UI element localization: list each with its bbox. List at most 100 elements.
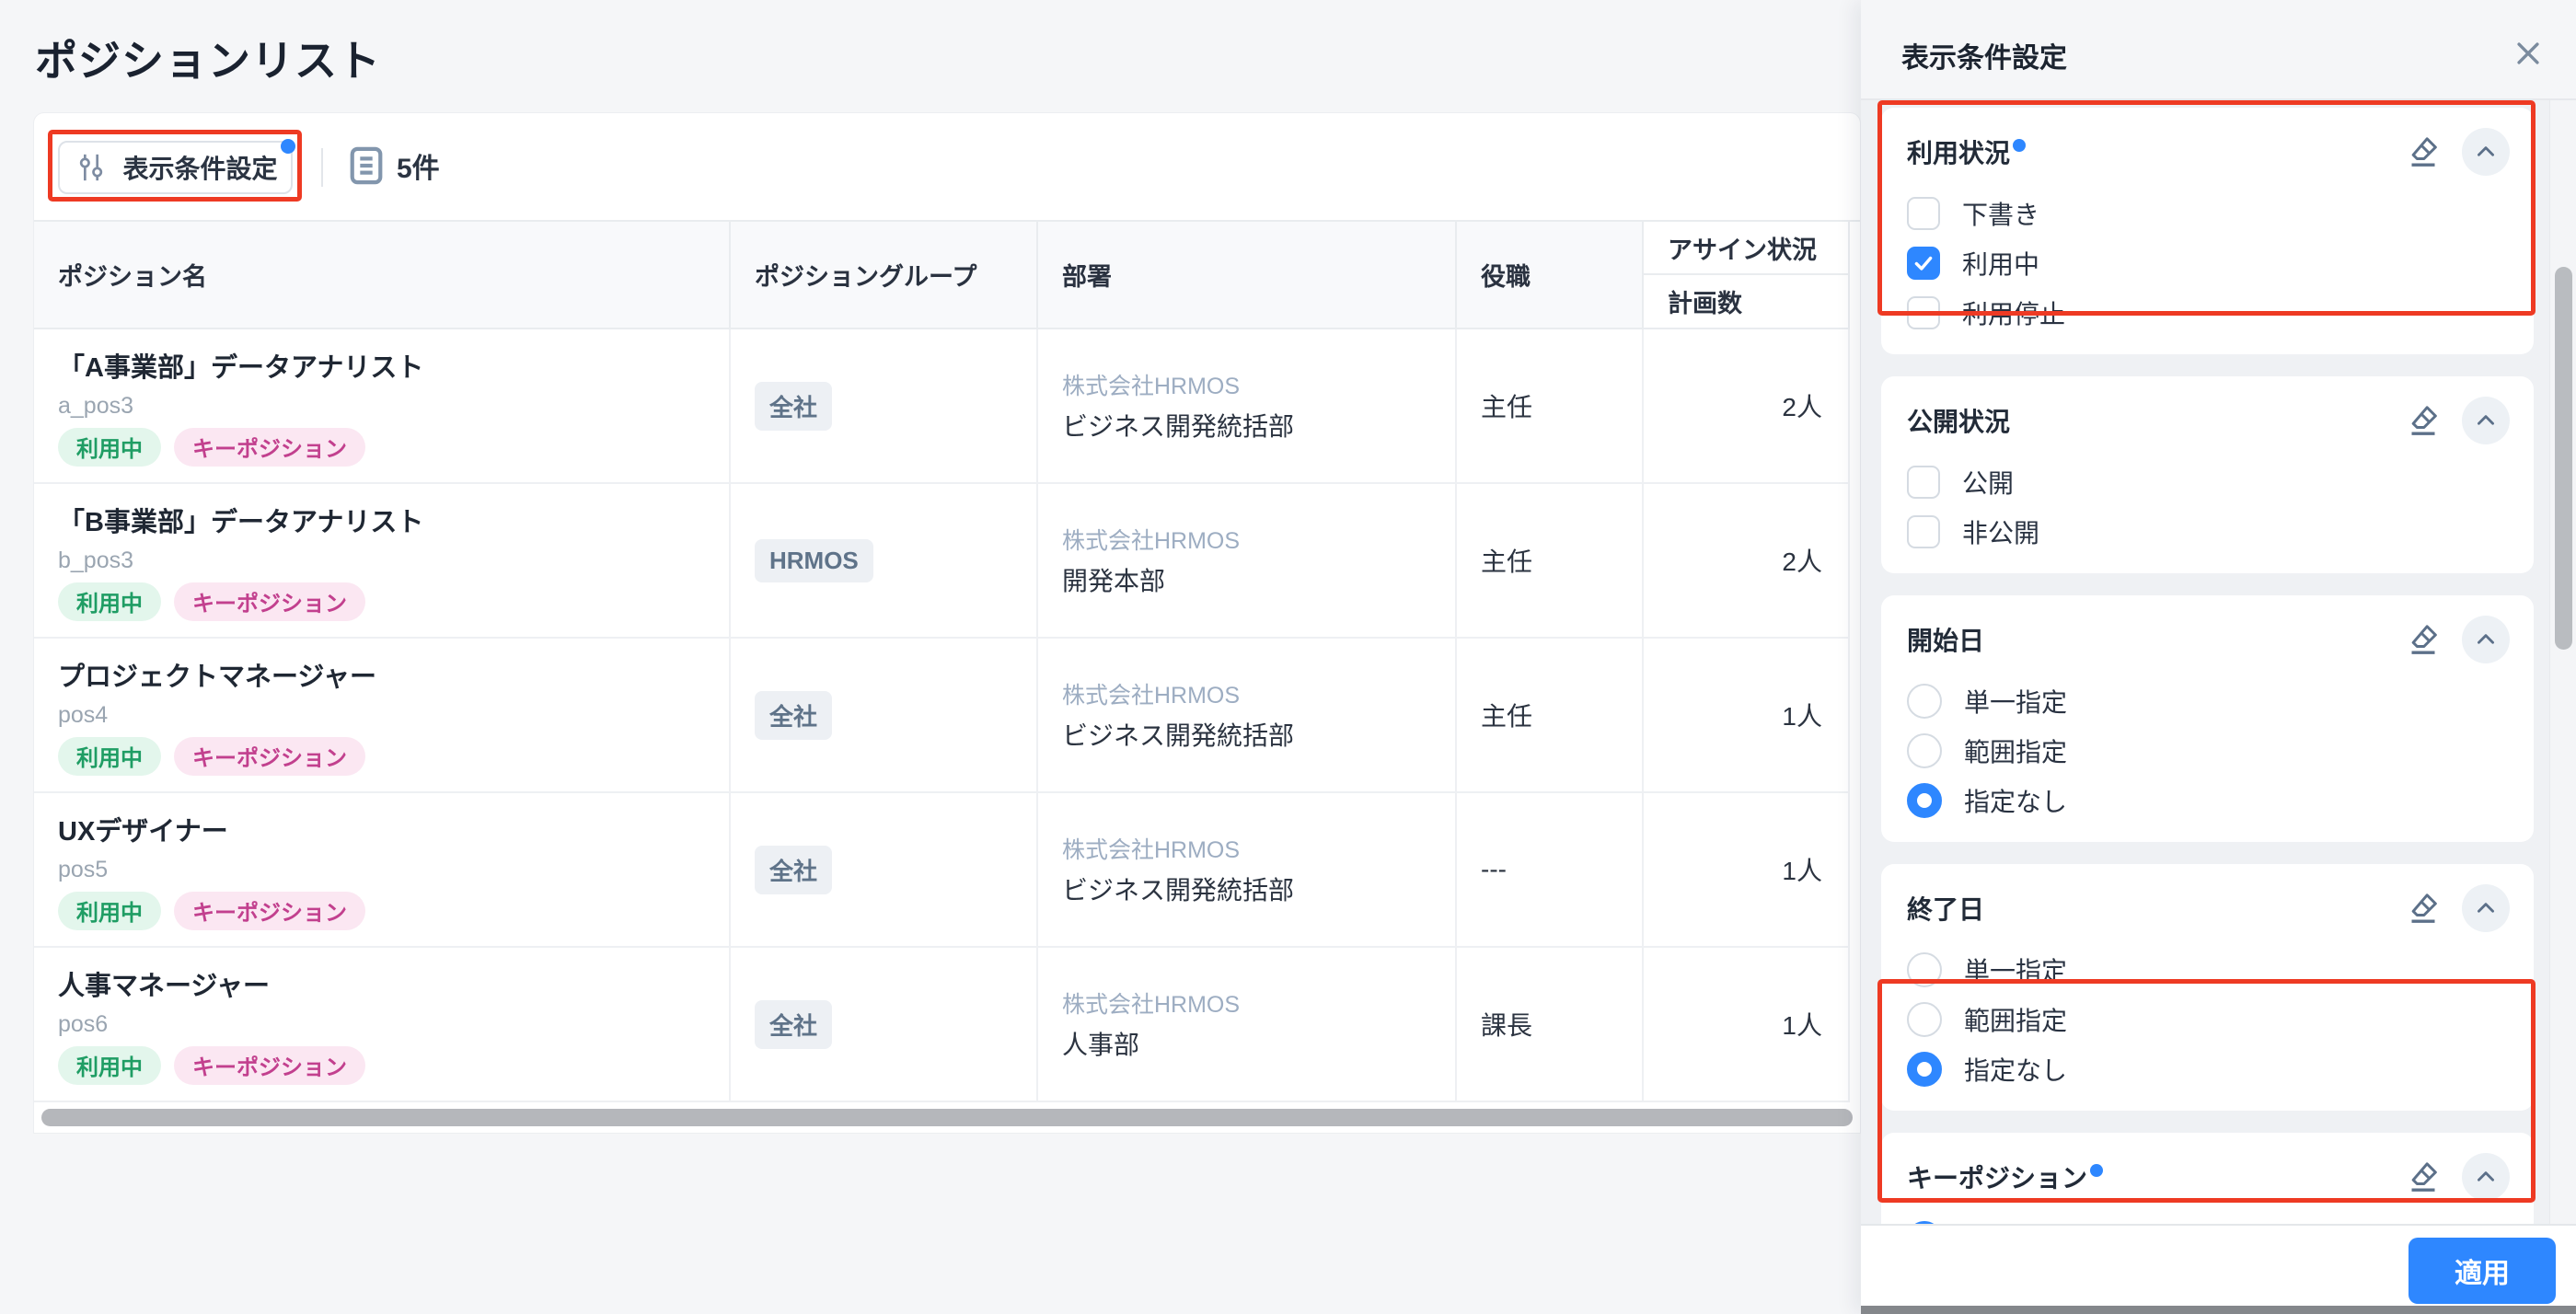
checkbox-option[interactable]: 下書き <box>1907 189 2510 238</box>
table-row[interactable]: プロジェクトマネージャー pos4 利用中 キーポジション 全社 株式会社HRMO… <box>34 639 1850 793</box>
table-row[interactable]: 人事マネージャー pos6 利用中 キーポジション 全社 株式会社HRMOS 人事… <box>34 948 1850 1102</box>
radio-option[interactable]: 指定なし <box>1907 1044 2510 1094</box>
planned-count-cell: 1人 <box>1644 639 1850 791</box>
position-name: プロジェクトマネージャー <box>58 662 376 692</box>
column-header-department: 部署 <box>1038 222 1457 328</box>
bottom-scrollbar-strip <box>1861 1306 2576 1314</box>
role-cell: --- <box>1457 793 1644 946</box>
column-header-role: 役職 <box>1457 222 1644 328</box>
radio-option[interactable]: キーポジションのみ <box>1907 1214 2510 1224</box>
collapse-chevron-icon[interactable] <box>2462 616 2510 663</box>
radio-option[interactable]: 範囲指定 <box>1907 995 2510 1044</box>
filter-section-title: 開始日 <box>1907 627 1985 655</box>
radio-option[interactable]: 指定なし <box>1907 776 2510 825</box>
role-cell: 主任 <box>1457 484 1644 637</box>
badges: 利用中 キーポジション <box>58 582 729 621</box>
panel-footer: 適用 <box>1861 1224 2576 1314</box>
position-code: b_pos3 <box>58 547 134 573</box>
department-name: ビジネス開発統括部 <box>1062 876 1295 905</box>
radio-option[interactable]: 単一指定 <box>1907 676 2510 726</box>
page-title: ポジションリスト <box>35 37 381 85</box>
status-badge: 利用中 <box>58 427 161 467</box>
position-name: 「A事業部」データアナリスト <box>58 352 424 383</box>
checkbox-checked-icon[interactable] <box>1907 247 1940 280</box>
collapse-chevron-icon[interactable] <box>2462 128 2510 176</box>
checkbox-option[interactable]: 利用中 <box>1907 238 2510 288</box>
clear-filter-icon[interactable] <box>2399 616 2447 663</box>
radio-selected-icon[interactable] <box>1907 783 1942 818</box>
table-row[interactable]: 「A事業部」データアナリスト a_pos3 利用中 キーポジション 全社 株式会社… <box>34 329 1850 484</box>
display-condition-settings-button[interactable]: 表示条件設定 <box>58 141 293 194</box>
badges: 利用中 キーポジション <box>58 427 729 467</box>
collapse-chevron-icon[interactable] <box>2462 884 2510 932</box>
panel-header: 表示条件設定 <box>1861 0 2576 100</box>
clear-filter-icon[interactable] <box>2399 128 2447 176</box>
badges: 利用中 キーポジション <box>58 736 729 776</box>
position-name: 「B事業部」データアナリスト <box>58 507 424 537</box>
radio-icon[interactable] <box>1907 952 1942 987</box>
clear-filter-icon[interactable] <box>2399 397 2447 444</box>
checkbox-icon[interactable] <box>1907 296 1940 329</box>
company-name: 株式会社HRMOS <box>1062 374 1241 399</box>
radio-selected-icon[interactable] <box>1907 1052 1942 1087</box>
position-code: pos6 <box>58 1010 109 1037</box>
checkbox-option[interactable]: 非公開 <box>1907 507 2510 557</box>
option-label: 範囲指定 <box>1964 1007 2068 1035</box>
radio-option[interactable]: 単一指定 <box>1907 945 2510 995</box>
role-cell: 主任 <box>1457 329 1644 482</box>
collapse-chevron-icon[interactable] <box>2462 397 2510 444</box>
planned-count-cell: 2人 <box>1644 329 1850 482</box>
department-name: ビジネス開発統括部 <box>1062 412 1295 441</box>
sliders-icon <box>73 149 110 186</box>
result-count-label: 5件 <box>397 154 440 184</box>
option-label: 指定なし <box>1964 788 2068 816</box>
filter-section: キーポジション キーポジションのみキーポジション以外指定なし <box>1881 1133 2534 1224</box>
status-badge: キーポジション <box>174 582 365 621</box>
toolbar-separator <box>321 148 323 187</box>
checkbox-option[interactable]: 利用停止 <box>1907 288 2510 338</box>
column-header-position-group: ポジショングループ <box>731 222 1038 328</box>
table-row[interactable]: UXデザイナー pos5 利用中 キーポジション 全社 株式会社HRMOS ビジネ… <box>34 793 1850 948</box>
position-code: pos5 <box>58 856 109 882</box>
status-badge: 利用中 <box>58 736 161 776</box>
position-code: pos4 <box>58 701 109 728</box>
collapse-chevron-icon[interactable] <box>2462 1153 2510 1201</box>
option-label: 公開 <box>1962 469 2015 498</box>
option-label: 指定なし <box>1964 1056 2068 1085</box>
filter-section-title: 公開状況 <box>1907 408 2011 436</box>
status-badge: キーポジション <box>174 1045 365 1085</box>
clear-filter-icon[interactable] <box>2399 1153 2447 1201</box>
radio-icon[interactable] <box>1907 1002 1942 1037</box>
filter-section-title: 終了日 <box>1907 895 1985 924</box>
table-row[interactable]: 「B事業部」データアナリスト b_pos3 利用中 キーポジション HRMOS 株… <box>34 484 1850 639</box>
checkbox-option[interactable]: 公開 <box>1907 457 2510 507</box>
radio-icon[interactable] <box>1907 733 1942 768</box>
filter-section: 開始日 単一指定 範囲指定指定なし <box>1881 595 2534 842</box>
company-name: 株式会社HRMOS <box>1062 528 1241 554</box>
horizontal-scrollbar[interactable] <box>41 1109 1853 1126</box>
checkbox-icon[interactable] <box>1907 515 1940 548</box>
position-code: a_pos3 <box>58 392 134 419</box>
filter-button-label: 表示条件設定 <box>122 155 278 183</box>
radio-icon[interactable] <box>1907 684 1942 719</box>
apply-button[interactable]: 適用 <box>2409 1238 2556 1304</box>
option-label: 下書き <box>1962 201 2040 229</box>
radio-option[interactable]: 範囲指定 <box>1907 726 2510 776</box>
filter-sections: 利用状況 下書き 利用中 利用停止 公開状況 公開 非公開 開始日 単一指定 範… <box>1861 100 2549 1224</box>
company-name: 株式会社HRMOS <box>1062 837 1241 863</box>
vertical-scrollbar[interactable] <box>2555 267 2572 650</box>
clear-filter-icon[interactable] <box>2399 884 2447 932</box>
position-group-chip: 全社 <box>755 845 833 894</box>
option-label: 非公開 <box>1962 519 2040 548</box>
table-body: 「A事業部」データアナリスト a_pos3 利用中 キーポジション 全社 株式会社… <box>34 329 1850 1102</box>
checkbox-icon[interactable] <box>1907 466 1940 499</box>
filter-section-title: 利用状況 <box>1907 139 2011 167</box>
checkbox-icon[interactable] <box>1907 197 1940 230</box>
planned-count-cell: 2人 <box>1644 484 1850 637</box>
close-icon[interactable] <box>2508 33 2548 74</box>
filter-section: 公開状況 公開非公開 <box>1881 376 2534 573</box>
option-label: 利用中 <box>1962 250 2040 279</box>
position-name: 人事マネージャー <box>58 971 270 1001</box>
list-count-icon <box>347 144 386 187</box>
column-header-planned-count: 計画数 <box>1668 290 1742 317</box>
